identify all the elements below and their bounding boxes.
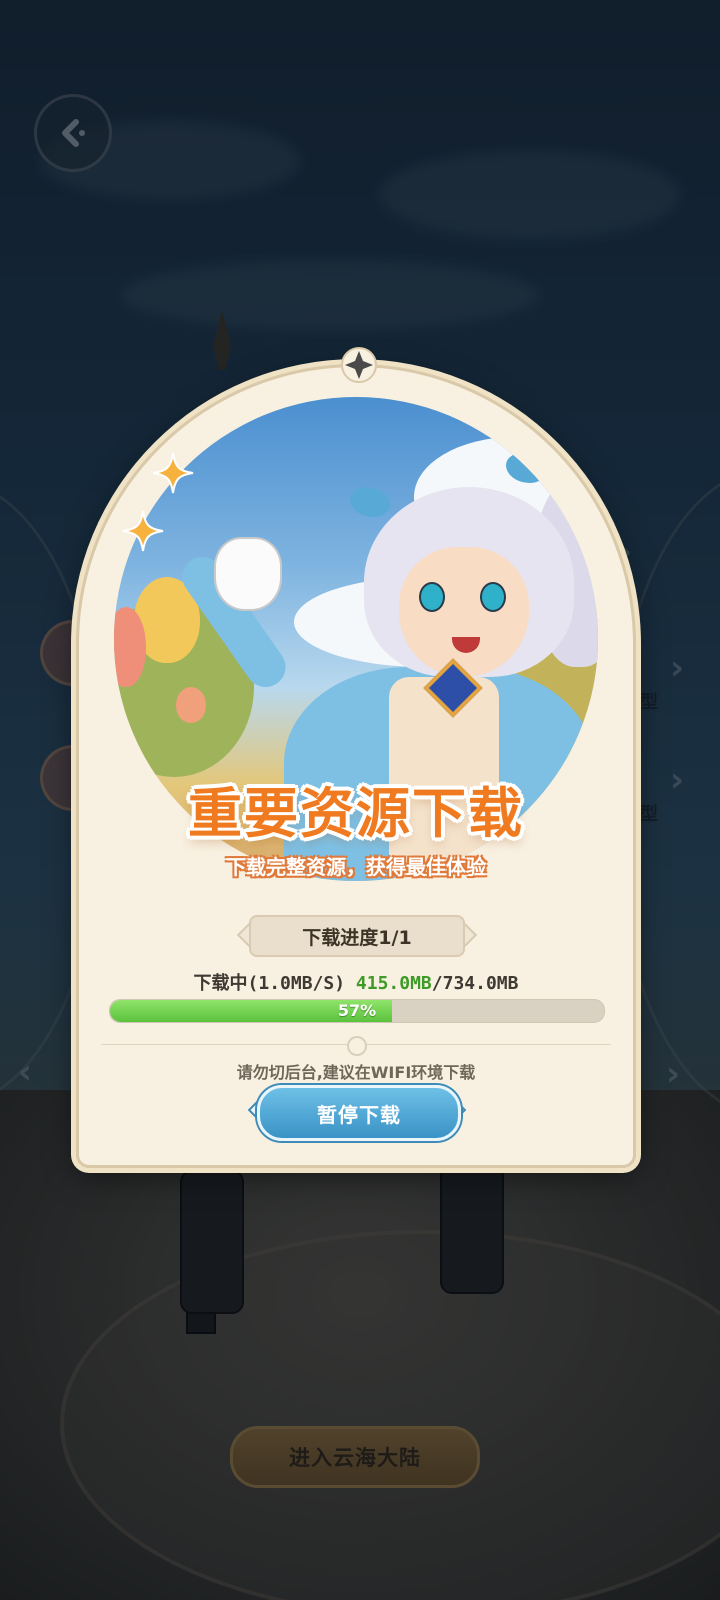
character-glove bbox=[214, 537, 282, 611]
character-face bbox=[399, 547, 529, 677]
sparkle-icon bbox=[152, 452, 194, 494]
total-size: /734.0MB bbox=[431, 973, 519, 994]
download-speed: 下载中(1.0MB/S) bbox=[193, 973, 356, 994]
progress-percent: 57% bbox=[337, 1001, 377, 1020]
character-eye bbox=[419, 582, 445, 612]
download-dialog: 重要资源下载 下载完整资源，获得最佳体验 下载进度1/1 下载中(1.0MB/S… bbox=[76, 347, 636, 1168]
gem-icon bbox=[341, 347, 377, 383]
pause-download-button[interactable]: 暂停下载 bbox=[257, 1085, 461, 1141]
downloaded-size: 415.0MB bbox=[355, 973, 432, 994]
character-eye bbox=[480, 582, 506, 612]
hair-bow bbox=[350, 487, 390, 517]
dialog-subtitle: 下载完整资源，获得最佳体验 bbox=[226, 855, 486, 879]
gear-icon bbox=[347, 1036, 367, 1056]
dialog-title: 重要资源下载 bbox=[188, 782, 524, 845]
balloon bbox=[176, 687, 206, 723]
download-status: 下载中(1.0MB/S) 415.0MB/734.0MB bbox=[79, 969, 633, 995]
background-warning-hint: 请勿切后台,建议在WIFI环境下载 bbox=[236, 1063, 476, 1082]
sparkle-icon bbox=[122, 510, 164, 552]
download-progress-bar: 57% bbox=[109, 999, 605, 1023]
download-step-label: 下载进度1/1 bbox=[249, 915, 465, 957]
